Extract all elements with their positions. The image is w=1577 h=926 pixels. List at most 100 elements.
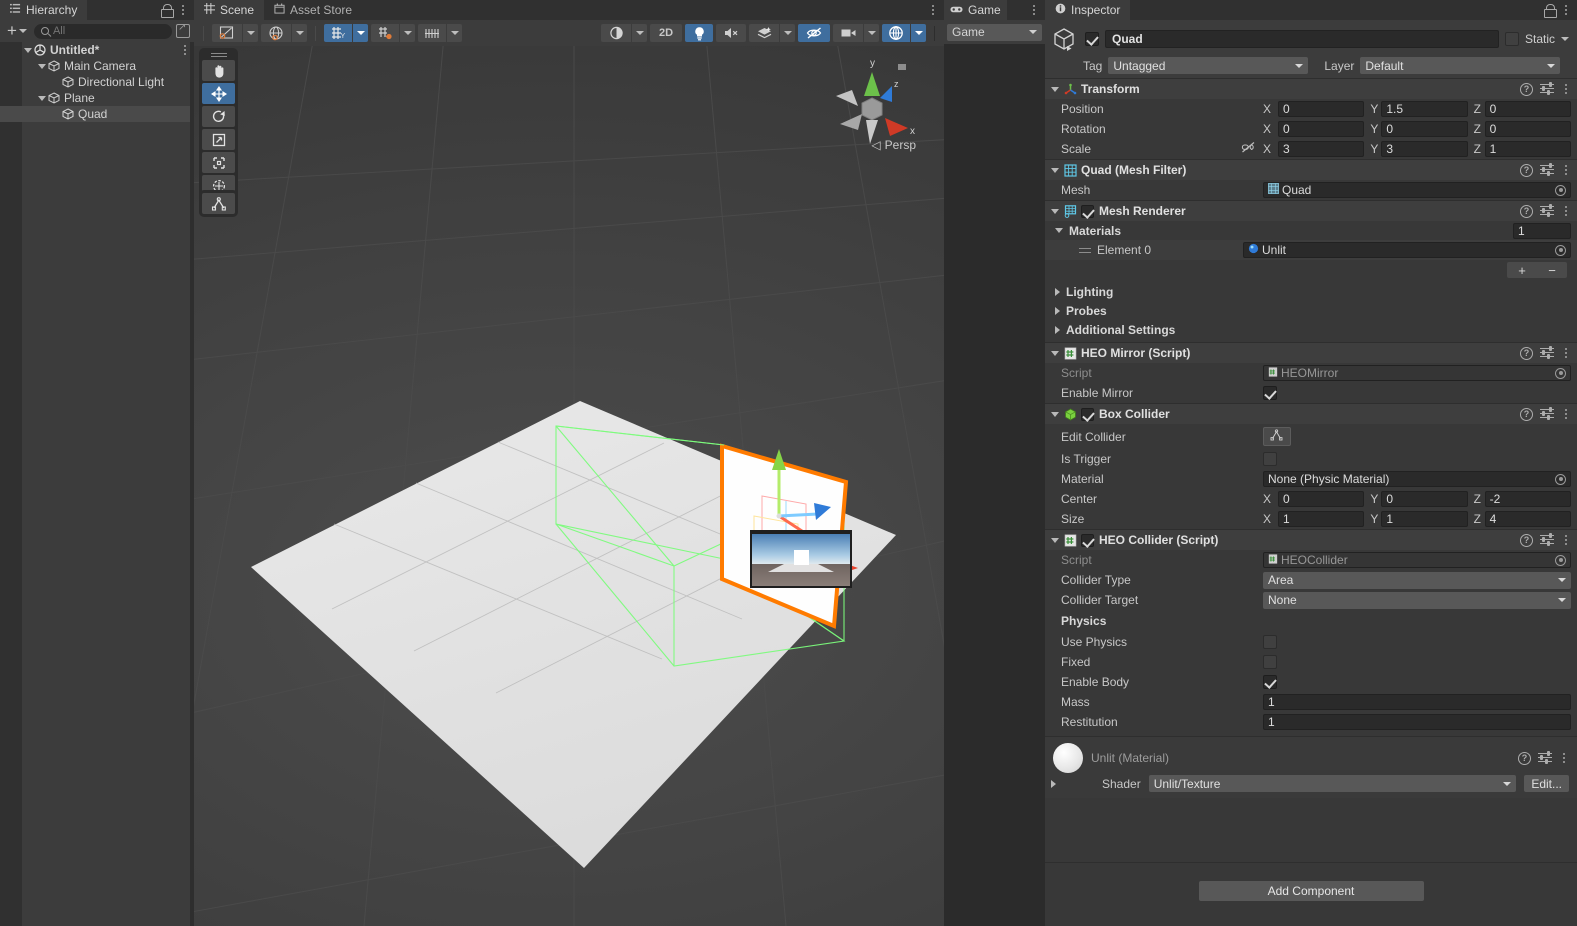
draw-mode-button[interactable]: [212, 24, 242, 42]
scene-fx-button[interactable]: [749, 24, 779, 42]
list-item[interactable]: Quad: [0, 106, 194, 122]
hierarchy-search[interactable]: [33, 23, 172, 39]
tab-inspector[interactable]: Inspector: [1045, 0, 1131, 20]
list-item[interactable]: Untitled*: [0, 42, 194, 58]
preset-icon[interactable]: [1540, 407, 1554, 420]
shading-mode-dropdown[interactable]: [292, 24, 307, 42]
fixed-checkbox[interactable]: [1263, 655, 1277, 669]
component-menu-icon[interactable]: [1561, 407, 1571, 421]
probes-foldout[interactable]: Probes: [1045, 301, 1577, 320]
shader-dropdown[interactable]: Unlit/Texture: [1148, 775, 1517, 792]
hand-tool[interactable]: [202, 60, 235, 81]
component-header[interactable]: HEO Mirror (Script) ?: [1045, 343, 1577, 363]
help-icon[interactable]: ?: [1520, 82, 1533, 96]
foldout-icon[interactable]: [1051, 350, 1059, 356]
twisty-icon[interactable]: [36, 95, 48, 101]
additional-settings-foldout[interactable]: Additional Settings: [1045, 320, 1577, 339]
ruler-dropdown[interactable]: [447, 24, 462, 42]
toggle-gizmos-button[interactable]: [882, 24, 910, 42]
create-object-button[interactable]: +: [4, 22, 30, 39]
twisty-icon[interactable]: [36, 63, 48, 69]
draw-mode-dropdown[interactable]: [243, 24, 258, 42]
gameobject-enabled-checkbox[interactable]: [1085, 32, 1099, 46]
component-menu-icon[interactable]: [1561, 82, 1571, 96]
game-menu-icon[interactable]: [1029, 3, 1039, 17]
scene-fx-dropdown[interactable]: [780, 24, 795, 42]
mass-field[interactable]: 1: [1263, 694, 1571, 710]
component-enabled-checkbox[interactable]: [1081, 533, 1094, 547]
move-tool[interactable]: [202, 83, 235, 104]
scene-cameras-dropdown[interactable]: [864, 24, 879, 42]
twisty-icon[interactable]: [22, 47, 34, 53]
enable-mirror-checkbox[interactable]: [1263, 386, 1277, 400]
constrain-proportions-off-icon[interactable]: [1241, 141, 1263, 157]
scene-view-camera-mode-button[interactable]: [601, 24, 631, 42]
static-dropdown-icon[interactable]: [1561, 37, 1569, 41]
object-picker-icon[interactable]: [1555, 473, 1566, 485]
add-material-button[interactable]: +: [1507, 262, 1537, 278]
foldout-icon[interactable]: [1055, 325, 1060, 334]
center-x-field[interactable]: 0: [1278, 491, 1365, 507]
center-z-field[interactable]: -2: [1484, 491, 1571, 507]
preset-icon[interactable]: [1540, 533, 1554, 546]
use-physics-checkbox[interactable]: [1263, 635, 1277, 649]
rotation-y-field[interactable]: 0: [1381, 121, 1468, 137]
foldout-icon[interactable]: [1051, 167, 1059, 173]
help-icon[interactable]: ?: [1520, 163, 1533, 177]
search-input[interactable]: [52, 25, 165, 37]
help-icon[interactable]: ?: [1520, 346, 1533, 360]
preset-icon[interactable]: [1538, 751, 1552, 764]
size-x-field[interactable]: 1: [1278, 511, 1365, 527]
material-menu-icon[interactable]: [1559, 751, 1569, 765]
drag-handle-icon[interactable]: [210, 51, 227, 58]
help-icon[interactable]: ?: [1520, 407, 1533, 421]
perspective-label[interactable]: ◁ Persp: [871, 138, 916, 152]
position-y-field[interactable]: 1.5: [1381, 101, 1468, 117]
rotate-tool[interactable]: [202, 106, 235, 127]
component-menu-icon[interactable]: [1561, 533, 1571, 547]
drag-handle-icon[interactable]: [1079, 247, 1091, 253]
tab-asset-store[interactable]: Asset Store: [264, 0, 363, 20]
preset-icon[interactable]: [1540, 82, 1554, 95]
object-picker-icon[interactable]: [1555, 184, 1566, 196]
ruler-button[interactable]: [418, 24, 446, 42]
component-menu-icon[interactable]: [1561, 163, 1571, 177]
rect-tool[interactable]: [202, 152, 235, 173]
scale-tool[interactable]: [202, 129, 235, 150]
size-y-field[interactable]: 1: [1381, 511, 1468, 527]
lock-icon[interactable]: [1544, 4, 1557, 18]
component-header[interactable]: HEO Collider (Script) ?: [1045, 530, 1577, 550]
help-icon[interactable]: ?: [1518, 751, 1531, 765]
rotation-z-field[interactable]: 0: [1484, 121, 1571, 137]
gameobject-name-field[interactable]: Quad: [1105, 30, 1499, 48]
toggle-scene-visibility-button[interactable]: [798, 24, 830, 42]
tab-game[interactable]: Game: [944, 0, 1007, 20]
tag-dropdown[interactable]: Untagged: [1108, 57, 1309, 74]
size-z-field[interactable]: 4: [1484, 511, 1571, 527]
scale-y-field[interactable]: 3: [1381, 141, 1468, 157]
toggle-lighting-button[interactable]: [685, 24, 713, 42]
center-y-field[interactable]: 0: [1381, 491, 1468, 507]
toggle-audio-button[interactable]: [716, 24, 746, 42]
static-checkbox[interactable]: [1504, 32, 1519, 46]
lighting-foldout[interactable]: Lighting: [1045, 282, 1577, 301]
custom-editor-tool[interactable]: [202, 193, 235, 214]
scale-z-field[interactable]: 1: [1484, 141, 1571, 157]
material-object-field[interactable]: Unlit: [1243, 242, 1571, 258]
game-display-dropdown[interactable]: Game: [947, 23, 1042, 41]
open-in-new-window-icon[interactable]: [176, 22, 190, 38]
scene-viewport[interactable]: y x z ◁ Persp: [194, 46, 944, 926]
component-header[interactable]: Box Collider ?: [1045, 404, 1577, 424]
scale-x-field[interactable]: 3: [1278, 141, 1365, 157]
preset-icon[interactable]: [1540, 204, 1554, 217]
grid-axis-button[interactable]: Y: [324, 24, 352, 42]
grid-snapping-button[interactable]: [371, 24, 399, 42]
gizmos-dropdown[interactable]: [911, 24, 926, 42]
scene-cameras-button[interactable]: [833, 24, 863, 42]
physic-material-field[interactable]: None (Physic Material): [1263, 471, 1571, 487]
game-viewport[interactable]: [944, 44, 1045, 926]
foldout-icon[interactable]: [1051, 537, 1059, 543]
mesh-object-field[interactable]: Quad: [1263, 182, 1571, 198]
restitution-field[interactable]: 1: [1263, 714, 1571, 730]
list-item[interactable]: Main Camera: [0, 58, 194, 74]
